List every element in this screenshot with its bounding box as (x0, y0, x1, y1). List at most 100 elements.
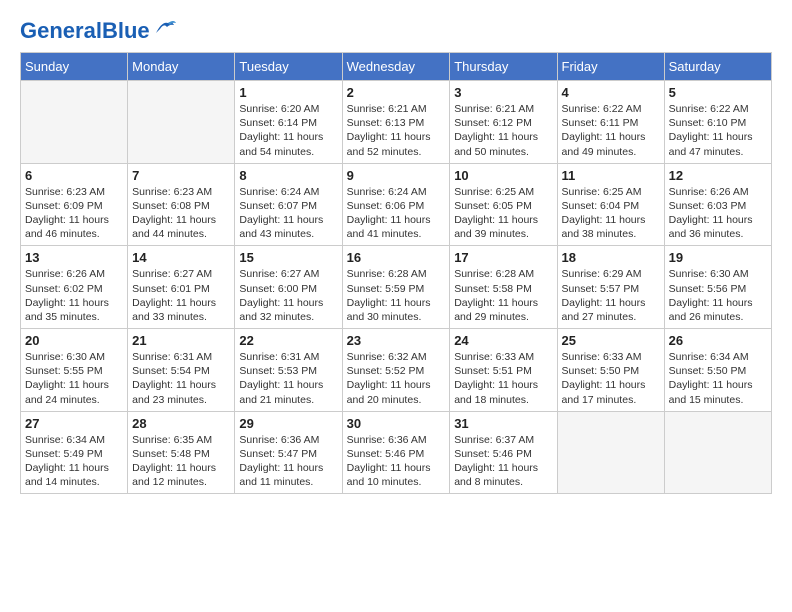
day-number: 21 (132, 333, 230, 348)
day-info: Sunrise: 6:29 AM Sunset: 5:57 PM Dayligh… (562, 267, 660, 324)
calendar-cell (21, 81, 128, 164)
day-info: Sunrise: 6:33 AM Sunset: 5:51 PM Dayligh… (454, 350, 552, 407)
calendar-cell: 16Sunrise: 6:28 AM Sunset: 5:59 PM Dayli… (342, 246, 450, 329)
calendar-table: SundayMondayTuesdayWednesdayThursdayFrid… (20, 52, 772, 494)
col-header-thursday: Thursday (450, 53, 557, 81)
col-header-wednesday: Wednesday (342, 53, 450, 81)
logo-text: GeneralBlue (20, 20, 150, 42)
day-info: Sunrise: 6:30 AM Sunset: 5:56 PM Dayligh… (669, 267, 767, 324)
day-number: 15 (239, 250, 337, 265)
col-header-saturday: Saturday (664, 53, 771, 81)
logo-bird-icon (154, 19, 176, 37)
calendar-cell: 27 Sunrise: 6:34 AM Sunset: 5:49 PM Dayli… (21, 411, 128, 494)
day-info: Sunrise: 6:25 AM Sunset: 6:04 PM Dayligh… (562, 185, 660, 242)
calendar-cell: 4Sunrise: 6:22 AM Sunset: 6:11 PM Daylig… (557, 81, 664, 164)
col-header-friday: Friday (557, 53, 664, 81)
day-info: Sunrise: 6:27 AM Sunset: 6:00 PM Dayligh… (239, 267, 337, 324)
calendar-week-row: 27 Sunrise: 6:34 AM Sunset: 5:49 PM Dayli… (21, 411, 772, 494)
day-number: 7 (132, 168, 230, 183)
calendar-cell: 28 Sunrise: 6:35 AM Sunset: 5:48 PM Dayli… (128, 411, 235, 494)
calendar-cell: 15 Sunrise: 6:27 AM Sunset: 6:00 PM Dayli… (235, 246, 342, 329)
day-number: 10 (454, 168, 552, 183)
day-info: Sunrise: 6:26 AM Sunset: 6:02 PM Dayligh… (25, 267, 123, 324)
calendar-cell: 26 Sunrise: 6:34 AM Sunset: 5:50 PM Dayli… (664, 329, 771, 412)
calendar-cell: 25Sunrise: 6:33 AM Sunset: 5:50 PM Dayli… (557, 329, 664, 412)
day-number: 11 (562, 168, 660, 183)
day-number: 19 (669, 250, 767, 265)
day-number: 30 (347, 416, 446, 431)
day-info: Sunrise: 6:28 AM Sunset: 5:58 PM Dayligh… (454, 267, 552, 324)
calendar-cell (557, 411, 664, 494)
day-number: 20 (25, 333, 123, 348)
calendar-cell: 30 Sunrise: 6:36 AM Sunset: 5:46 PM Dayli… (342, 411, 450, 494)
calendar-cell: 23 Sunrise: 6:32 AM Sunset: 5:52 PM Dayli… (342, 329, 450, 412)
day-info: Sunrise: 6:26 AM Sunset: 6:03 PM Dayligh… (669, 185, 767, 242)
day-info: Sunrise: 6:34 AM Sunset: 5:50 PM Dayligh… (669, 350, 767, 407)
day-number: 29 (239, 416, 337, 431)
day-number: 26 (669, 333, 767, 348)
calendar-cell: 5 Sunrise: 6:22 AM Sunset: 6:10 PM Daylig… (664, 81, 771, 164)
day-number: 14 (132, 250, 230, 265)
day-info: Sunrise: 6:31 AM Sunset: 5:53 PM Dayligh… (239, 350, 337, 407)
day-info: Sunrise: 6:27 AM Sunset: 6:01 PM Dayligh… (132, 267, 230, 324)
calendar-cell: 14 Sunrise: 6:27 AM Sunset: 6:01 PM Dayli… (128, 246, 235, 329)
day-info: Sunrise: 6:21 AM Sunset: 6:13 PM Dayligh… (347, 102, 446, 159)
day-number: 27 (25, 416, 123, 431)
day-info: Sunrise: 6:33 AM Sunset: 5:50 PM Dayligh… (562, 350, 660, 407)
day-number: 18 (562, 250, 660, 265)
calendar-cell: 12Sunrise: 6:26 AM Sunset: 6:03 PM Dayli… (664, 163, 771, 246)
logo-blue: Blue (102, 18, 150, 43)
day-info: Sunrise: 6:23 AM Sunset: 6:08 PM Dayligh… (132, 185, 230, 242)
day-number: 28 (132, 416, 230, 431)
day-info: Sunrise: 6:37 AM Sunset: 5:46 PM Dayligh… (454, 433, 552, 490)
calendar-cell: 29Sunrise: 6:36 AM Sunset: 5:47 PM Dayli… (235, 411, 342, 494)
col-header-tuesday: Tuesday (235, 53, 342, 81)
calendar-cell (664, 411, 771, 494)
col-header-monday: Monday (128, 53, 235, 81)
calendar-cell: 1Sunrise: 6:20 AM Sunset: 6:14 PM Daylig… (235, 81, 342, 164)
day-info: Sunrise: 6:36 AM Sunset: 5:46 PM Dayligh… (347, 433, 446, 490)
calendar-week-row: 13 Sunrise: 6:26 AM Sunset: 6:02 PM Dayli… (21, 246, 772, 329)
day-info: Sunrise: 6:23 AM Sunset: 6:09 PM Dayligh… (25, 185, 123, 242)
calendar-week-row: 6 Sunrise: 6:23 AM Sunset: 6:09 PM Daylig… (21, 163, 772, 246)
calendar-cell: 24 Sunrise: 6:33 AM Sunset: 5:51 PM Dayli… (450, 329, 557, 412)
day-number: 6 (25, 168, 123, 183)
day-info: Sunrise: 6:35 AM Sunset: 5:48 PM Dayligh… (132, 433, 230, 490)
day-number: 24 (454, 333, 552, 348)
day-info: Sunrise: 6:31 AM Sunset: 5:54 PM Dayligh… (132, 350, 230, 407)
day-info: Sunrise: 6:22 AM Sunset: 6:10 PM Dayligh… (669, 102, 767, 159)
day-number: 31 (454, 416, 552, 431)
calendar-cell (128, 81, 235, 164)
day-info: Sunrise: 6:25 AM Sunset: 6:05 PM Dayligh… (454, 185, 552, 242)
day-info: Sunrise: 6:22 AM Sunset: 6:11 PM Dayligh… (562, 102, 660, 159)
day-number: 9 (347, 168, 446, 183)
calendar-cell: 17 Sunrise: 6:28 AM Sunset: 5:58 PM Dayli… (450, 246, 557, 329)
calendar-cell: 9Sunrise: 6:24 AM Sunset: 6:06 PM Daylig… (342, 163, 450, 246)
day-number: 17 (454, 250, 552, 265)
calendar-cell: 22 Sunrise: 6:31 AM Sunset: 5:53 PM Dayli… (235, 329, 342, 412)
calendar-cell: 3Sunrise: 6:21 AM Sunset: 6:12 PM Daylig… (450, 81, 557, 164)
day-number: 5 (669, 85, 767, 100)
day-info: Sunrise: 6:20 AM Sunset: 6:14 PM Dayligh… (239, 102, 337, 159)
calendar-week-row: 1Sunrise: 6:20 AM Sunset: 6:14 PM Daylig… (21, 81, 772, 164)
day-number: 13 (25, 250, 123, 265)
logo-general: General (20, 18, 102, 43)
day-info: Sunrise: 6:30 AM Sunset: 5:55 PM Dayligh… (25, 350, 123, 407)
calendar-cell: 11 Sunrise: 6:25 AM Sunset: 6:04 PM Dayli… (557, 163, 664, 246)
calendar-cell: 19 Sunrise: 6:30 AM Sunset: 5:56 PM Dayli… (664, 246, 771, 329)
day-number: 2 (347, 85, 446, 100)
day-info: Sunrise: 6:32 AM Sunset: 5:52 PM Dayligh… (347, 350, 446, 407)
col-header-sunday: Sunday (21, 53, 128, 81)
calendar-cell: 21 Sunrise: 6:31 AM Sunset: 5:54 PM Dayli… (128, 329, 235, 412)
calendar-cell: 2 Sunrise: 6:21 AM Sunset: 6:13 PM Daylig… (342, 81, 450, 164)
day-info: Sunrise: 6:21 AM Sunset: 6:12 PM Dayligh… (454, 102, 552, 159)
day-number: 22 (239, 333, 337, 348)
calendar-cell: 20 Sunrise: 6:30 AM Sunset: 5:55 PM Dayli… (21, 329, 128, 412)
calendar-cell: 7 Sunrise: 6:23 AM Sunset: 6:08 PM Daylig… (128, 163, 235, 246)
calendar-header-row: SundayMondayTuesdayWednesdayThursdayFrid… (21, 53, 772, 81)
day-number: 8 (239, 168, 337, 183)
day-number: 23 (347, 333, 446, 348)
calendar-cell: 18 Sunrise: 6:29 AM Sunset: 5:57 PM Dayli… (557, 246, 664, 329)
calendar-cell: 6 Sunrise: 6:23 AM Sunset: 6:09 PM Daylig… (21, 163, 128, 246)
day-info: Sunrise: 6:34 AM Sunset: 5:49 PM Dayligh… (25, 433, 123, 490)
